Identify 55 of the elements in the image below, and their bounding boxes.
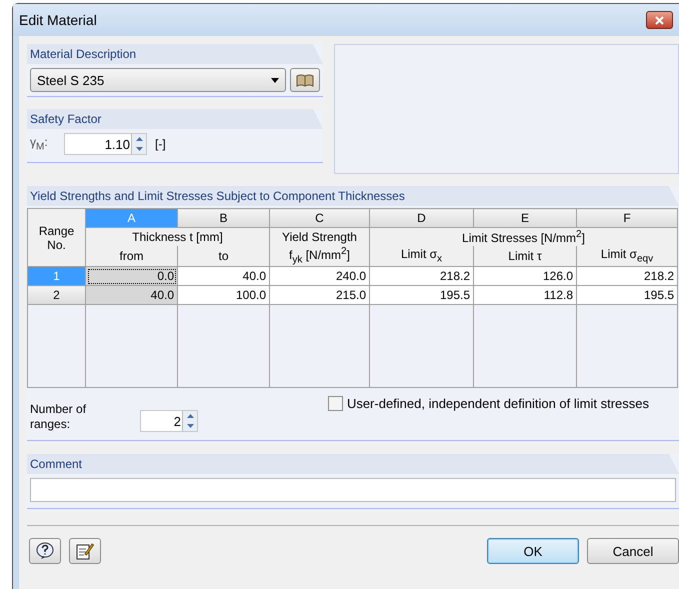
material-dropdown[interactable]: Steel S 235: [30, 68, 286, 92]
table-cell[interactable]: 126.0: [474, 266, 576, 286]
table-cell[interactable]: 0.0: [86, 266, 178, 286]
table-cell[interactable]: 240.0: [270, 266, 370, 286]
window-title: Edit Material: [19, 12, 97, 28]
book-icon: [296, 74, 314, 86]
column-subheader: f$_{yk}$ [N/mm$^{2}$]: [270, 246, 370, 266]
table-cell[interactable]: 112.8: [474, 286, 576, 304]
column-subheader: Limit σ$_{x}$: [370, 246, 474, 266]
checkbox-label: User-defined, independent definition of limit stresses: [346, 396, 649, 411]
table-cell[interactable]: 195.5: [370, 286, 474, 304]
number-spinner[interactable]: 1.10: [64, 133, 147, 155]
close-icon: [655, 16, 664, 24]
number-spinner[interactable]: 2: [140, 410, 198, 432]
dialog-button[interactable]: OK: [487, 538, 579, 564]
help-icon: [35, 542, 55, 560]
column-subheader: Limit σ$_{eqv}$: [576, 246, 678, 266]
gamma-label: γ$_{M}$:: [30, 135, 49, 153]
table-cell[interactable]: 100.0: [178, 286, 270, 304]
column-subheader: from: [86, 246, 178, 266]
column-letter[interactable]: C: [270, 208, 370, 228]
dropdown-arrow-icon: [271, 78, 279, 82]
group-title: Yield Strengths and Limit Stresses Subject to Component Thicknesses: [27, 186, 679, 206]
unit-label: [-]: [155, 137, 166, 151]
table-cell[interactable]: 40.0: [86, 286, 178, 304]
column-subheader: to: [178, 246, 270, 266]
table-cell[interactable]: 215.0: [270, 286, 370, 304]
table-cell[interactable]: 218.2: [576, 266, 678, 286]
column-letter[interactable]: E: [474, 208, 576, 228]
table-cell[interactable]: 218.2: [370, 266, 474, 286]
column-letter[interactable]: F: [576, 208, 678, 228]
table-cell[interactable]: 40.0: [178, 266, 270, 286]
help-button[interactable]: [29, 538, 61, 564]
group-title: Comment: [27, 454, 679, 474]
close-button[interactable]: [646, 11, 673, 29]
group-title: Safety Factor: [27, 109, 323, 129]
row-number[interactable]: 2: [28, 286, 86, 304]
column-letter[interactable]: D: [370, 208, 474, 228]
row-header: Range No.: [28, 208, 86, 266]
column-header: Limit Stresses [N/mm$^{2}$]: [370, 228, 678, 246]
dialog-button[interactable]: Cancel: [587, 538, 679, 564]
column-header: Yield Strength: [270, 228, 370, 246]
ranges-label: Number of ranges:: [30, 402, 88, 432]
spin-arrows-icon[interactable]: [182, 411, 197, 431]
table-cell[interactable]: 195.5: [576, 286, 678, 304]
spin-arrows-icon[interactable]: [131, 134, 146, 154]
checkbox[interactable]: [328, 396, 343, 411]
column-subheader: Limit τ: [474, 246, 576, 266]
edit-button[interactable]: [69, 538, 101, 564]
notepad-pencil-icon: [76, 542, 94, 560]
column-letter[interactable]: B: [178, 208, 270, 228]
comment-field[interactable]: [30, 478, 676, 502]
column-header: Thickness t [mm]: [86, 228, 270, 246]
group-title: Material Description: [27, 44, 323, 64]
library-button[interactable]: [290, 68, 320, 92]
